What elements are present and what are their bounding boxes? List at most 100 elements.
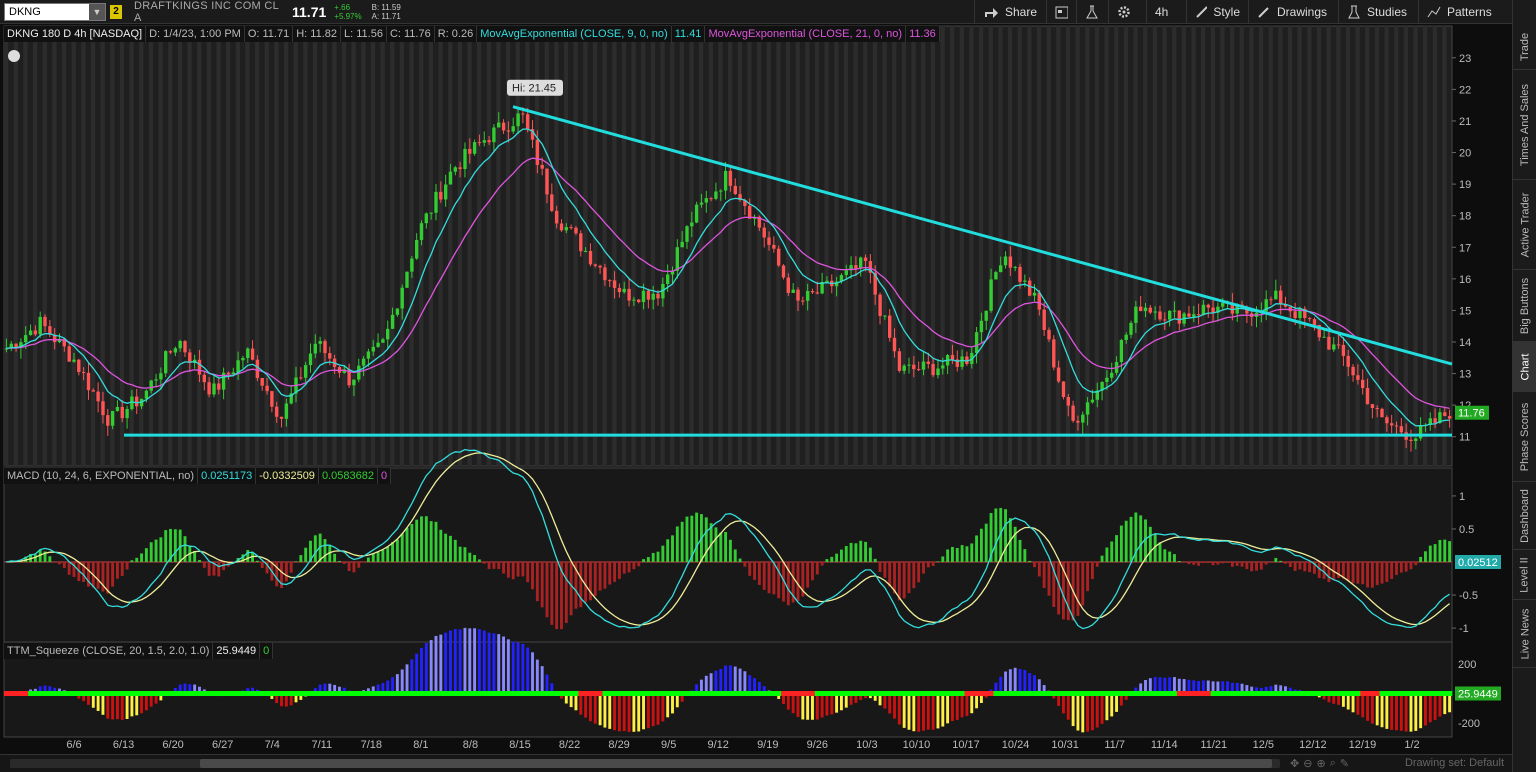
- ttm-squeeze-dot: [665, 691, 671, 696]
- candle: [125, 408, 129, 419]
- timeframe-selector[interactable]: 4h: [1146, 0, 1186, 24]
- share-button[interactable]: Share: [974, 0, 1046, 24]
- session-stripe: [650, 26, 656, 466]
- candle: [1090, 399, 1095, 403]
- session-stripe: [631, 26, 636, 466]
- ttm-squeeze-dot: [462, 691, 468, 696]
- session-stripe: [168, 26, 173, 466]
- sidebar-tab-phase-scores[interactable]: Phase Scores: [1513, 392, 1536, 482]
- session-stripe: [467, 26, 472, 466]
- candle: [685, 226, 689, 242]
- ttm-squeeze-dot: [216, 691, 222, 696]
- candle: [357, 365, 361, 380]
- symbol-input[interactable]: DKNG ▼: [4, 2, 106, 21]
- horizontal-scrollbar[interactable]: [10, 759, 1280, 768]
- ttm-squeeze-dot: [805, 691, 811, 696]
- ttm-squeeze-dot: [279, 691, 285, 696]
- candle: [1023, 280, 1027, 282]
- patterns-menu[interactable]: Patterns: [1418, 0, 1512, 24]
- studies-menu[interactable]: Studies: [1338, 0, 1418, 24]
- pan-icon[interactable]: ✥: [1290, 757, 1299, 770]
- candle: [386, 328, 390, 340]
- ttm-squeeze-dot: [472, 691, 478, 696]
- ttm-squeeze-dot: [877, 691, 883, 696]
- time-tick-label: 6/6: [66, 739, 81, 751]
- zoom-fit-icon[interactable]: ⌕: [1330, 757, 1336, 770]
- candle: [275, 406, 279, 417]
- candle: [902, 365, 906, 371]
- zoom-in-icon[interactable]: ⊕: [1316, 757, 1325, 770]
- session-stripe: [621, 26, 627, 466]
- sidebar-tab-level-ii[interactable]: Level II: [1513, 550, 1536, 600]
- candle: [149, 380, 153, 391]
- candle: [854, 265, 858, 269]
- ttm-squeeze-dot: [872, 691, 878, 696]
- candle: [458, 167, 462, 170]
- sidebar-tab-active-trader[interactable]: Active Trader: [1513, 180, 1536, 270]
- sidebar-tab-times-and-sales[interactable]: Times And Sales: [1513, 70, 1536, 180]
- candle: [246, 348, 250, 358]
- zoom-out-icon[interactable]: ⊖: [1303, 757, 1312, 770]
- ttm-squeeze-dot: [1413, 691, 1419, 696]
- session-stripe: [245, 26, 250, 466]
- settings-button[interactable]: [1108, 0, 1146, 24]
- ttm-squeeze-dot: [1316, 691, 1322, 696]
- candle: [323, 341, 327, 354]
- ttm-squeeze-dot: [211, 691, 217, 696]
- candle: [1206, 304, 1210, 308]
- ttm-squeeze-dot: [578, 691, 584, 696]
- thinkorswim-chart-window: DKNG ▼ 2 DRAFTKINGS INC COM CL A 11.71 +…: [0, 0, 1536, 772]
- candle: [540, 164, 544, 169]
- ttm-squeeze-dot: [539, 691, 545, 696]
- price-pane[interactable]: 23222120191817161514131211Hi: 21.4511.76: [3, 25, 1489, 467]
- session-stripe: [824, 26, 829, 466]
- sidebar-tab-live-news[interactable]: Live News: [1513, 600, 1536, 668]
- ttm-squeeze-dot: [515, 691, 521, 696]
- candle: [612, 280, 617, 288]
- drawing-set-label[interactable]: Drawing set: Default: [1405, 757, 1504, 769]
- chevron-down-icon[interactable]: ▼: [89, 3, 105, 20]
- ttm-squeeze-dot: [988, 691, 994, 696]
- session-stripe: [757, 26, 762, 466]
- scrollbar-thumb[interactable]: [200, 759, 1272, 768]
- ttm-squeeze-dot: [438, 691, 444, 696]
- drawings-menu[interactable]: Drawings: [1248, 0, 1338, 24]
- ttm-value: 25.9449: [213, 643, 261, 659]
- flask-button[interactable]: [1076, 0, 1108, 24]
- style-menu[interactable]: Style: [1186, 0, 1248, 24]
- session-stripe: [235, 26, 240, 466]
- sidebar-tab-trade[interactable]: Trade: [1513, 24, 1536, 70]
- ttm-squeeze-dot: [375, 691, 381, 696]
- sidebar-tab-chart[interactable]: Chart: [1513, 342, 1536, 392]
- sidebar-tab-dashboard[interactable]: Dashboard: [1513, 482, 1536, 550]
- calendar-button[interactable]: [1046, 0, 1076, 24]
- session-stripe: [689, 26, 694, 466]
- pencil-icon[interactable]: ✎: [1340, 757, 1349, 770]
- ttm-squeeze-dot: [139, 691, 145, 696]
- calendar-icon: [1055, 6, 1068, 19]
- candle: [680, 241, 684, 248]
- ttm-squeeze-dot: [964, 691, 970, 696]
- ttm-squeeze-dot: [1234, 691, 1240, 696]
- sidebar-tab-big-buttons[interactable]: Big Buttons: [1513, 270, 1536, 342]
- candle: [1380, 408, 1384, 418]
- ttm-squeeze-dot: [105, 691, 111, 696]
- session-stripe: [1355, 26, 1360, 466]
- ttm-squeeze-dot: [848, 691, 854, 696]
- right-sidebar: Trade Times And Sales Active Trader Big But…: [1512, 0, 1536, 772]
- candle: [675, 247, 679, 271]
- candle: [1013, 266, 1017, 268]
- candle: [91, 390, 95, 392]
- candle: [1056, 367, 1061, 382]
- ttm-squeeze-dot: [602, 691, 608, 696]
- ttm-squeeze-dot: [974, 691, 980, 696]
- style-label: Style: [1213, 5, 1240, 19]
- ttm-squeeze-dot: [1355, 691, 1361, 696]
- link-group-badge[interactable]: 2: [110, 4, 122, 19]
- ttm-squeeze-dot: [1167, 691, 1173, 696]
- candle: [33, 330, 38, 335]
- ttm-squeeze-dot: [583, 691, 589, 696]
- ttm-squeeze-dot: [283, 691, 290, 696]
- candle: [1336, 344, 1341, 346]
- bid-ask: B: 11.59 A: 11.71: [372, 3, 401, 21]
